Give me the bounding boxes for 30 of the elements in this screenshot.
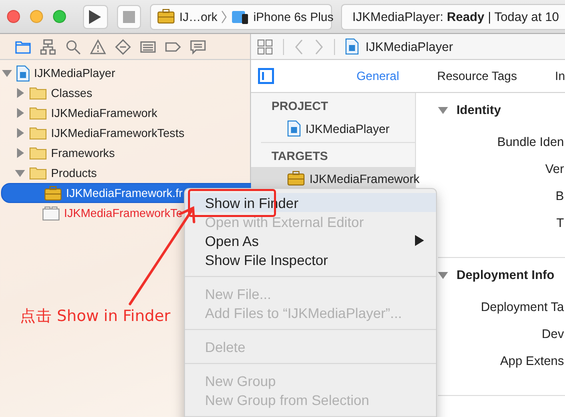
section-header: PROJECT xyxy=(270,98,330,115)
file-tree-row[interactable]: IJKMediaPlayer xyxy=(0,63,250,83)
menu-item[interactable]: Open As xyxy=(185,231,436,250)
file-tree-row[interactable]: Classes xyxy=(0,83,250,103)
scheme-name[interactable]: IJ…ork xyxy=(179,10,218,24)
annotation-text: 点击 Show in Finder xyxy=(20,306,170,327)
editor-tab[interactable]: General xyxy=(356,69,400,83)
field-label: App Extens xyxy=(500,354,564,370)
target-name: IJKMediaPlayer xyxy=(305,122,390,136)
field-label: Deployment Ta xyxy=(480,300,564,316)
scheme-selector[interactable]: IJ…ork iPhone 6s Plus xyxy=(150,4,332,30)
jump-bar-path[interactable]: IJKMediaPlayer xyxy=(365,40,453,54)
file-tree-row[interactable]: IJKMediaFrameworkTests xyxy=(0,123,250,143)
target-item[interactable]: IJKMediaPlayer xyxy=(251,117,416,140)
file-tree-row[interactable]: IJKMediaFramework xyxy=(0,103,250,123)
destination-name[interactable]: iPhone 6s Plus xyxy=(253,10,334,24)
editor-tab[interactable]: In xyxy=(554,69,565,83)
editor-tab[interactable]: Resource Tags xyxy=(437,69,517,83)
field-label: T xyxy=(556,216,564,232)
section-title: Identity xyxy=(456,103,501,117)
field-label: Dev xyxy=(542,327,564,343)
file-tree-row[interactable]: Products xyxy=(0,163,250,183)
section-header: TARGETS xyxy=(270,148,329,165)
file-tree-row[interactable]: Frameworks xyxy=(0,143,250,163)
field-label: Bundle Iden xyxy=(497,135,564,151)
field-label: B xyxy=(556,189,564,205)
menu-item[interactable]: Show File Inspector xyxy=(185,250,436,269)
activity-status: IJKMediaPlayer: Ready | Today at 10 xyxy=(341,4,565,30)
section-title: Deployment Info xyxy=(456,268,554,282)
field-label: Ver xyxy=(545,162,564,178)
